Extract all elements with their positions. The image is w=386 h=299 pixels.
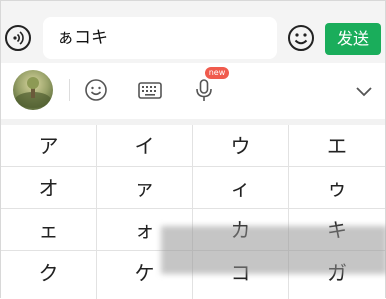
key[interactable]: ァ: [97, 167, 193, 209]
input-toolbar: new: [1, 63, 385, 119]
key[interactable]: イ: [97, 125, 193, 167]
keyboard-icon[interactable]: [137, 77, 163, 103]
key[interactable]: ウ: [193, 125, 289, 167]
key[interactable]: ゥ: [289, 167, 385, 209]
new-badge: new: [205, 67, 229, 79]
emoji-icon[interactable]: [287, 24, 315, 52]
key[interactable]: ク: [1, 251, 97, 299]
toolbar-divider: [69, 79, 70, 101]
microphone-icon[interactable]: [191, 77, 217, 103]
voice-toggle-icon[interactable]: [5, 25, 31, 51]
redaction-blur: [161, 226, 386, 274]
message-input[interactable]: ぁコキ: [43, 17, 277, 59]
send-button[interactable]: 发送: [325, 23, 381, 55]
key[interactable]: エ: [289, 125, 385, 167]
key[interactable]: ィ: [193, 167, 289, 209]
key[interactable]: ェ: [1, 209, 97, 251]
avatar[interactable]: [13, 70, 53, 110]
chevron-down-icon[interactable]: [355, 83, 373, 97]
key[interactable]: オ: [1, 167, 97, 209]
input-bar: ぁコキ 发送: [1, 1, 385, 63]
smiley-icon[interactable]: [83, 77, 109, 103]
key[interactable]: ア: [1, 125, 97, 167]
